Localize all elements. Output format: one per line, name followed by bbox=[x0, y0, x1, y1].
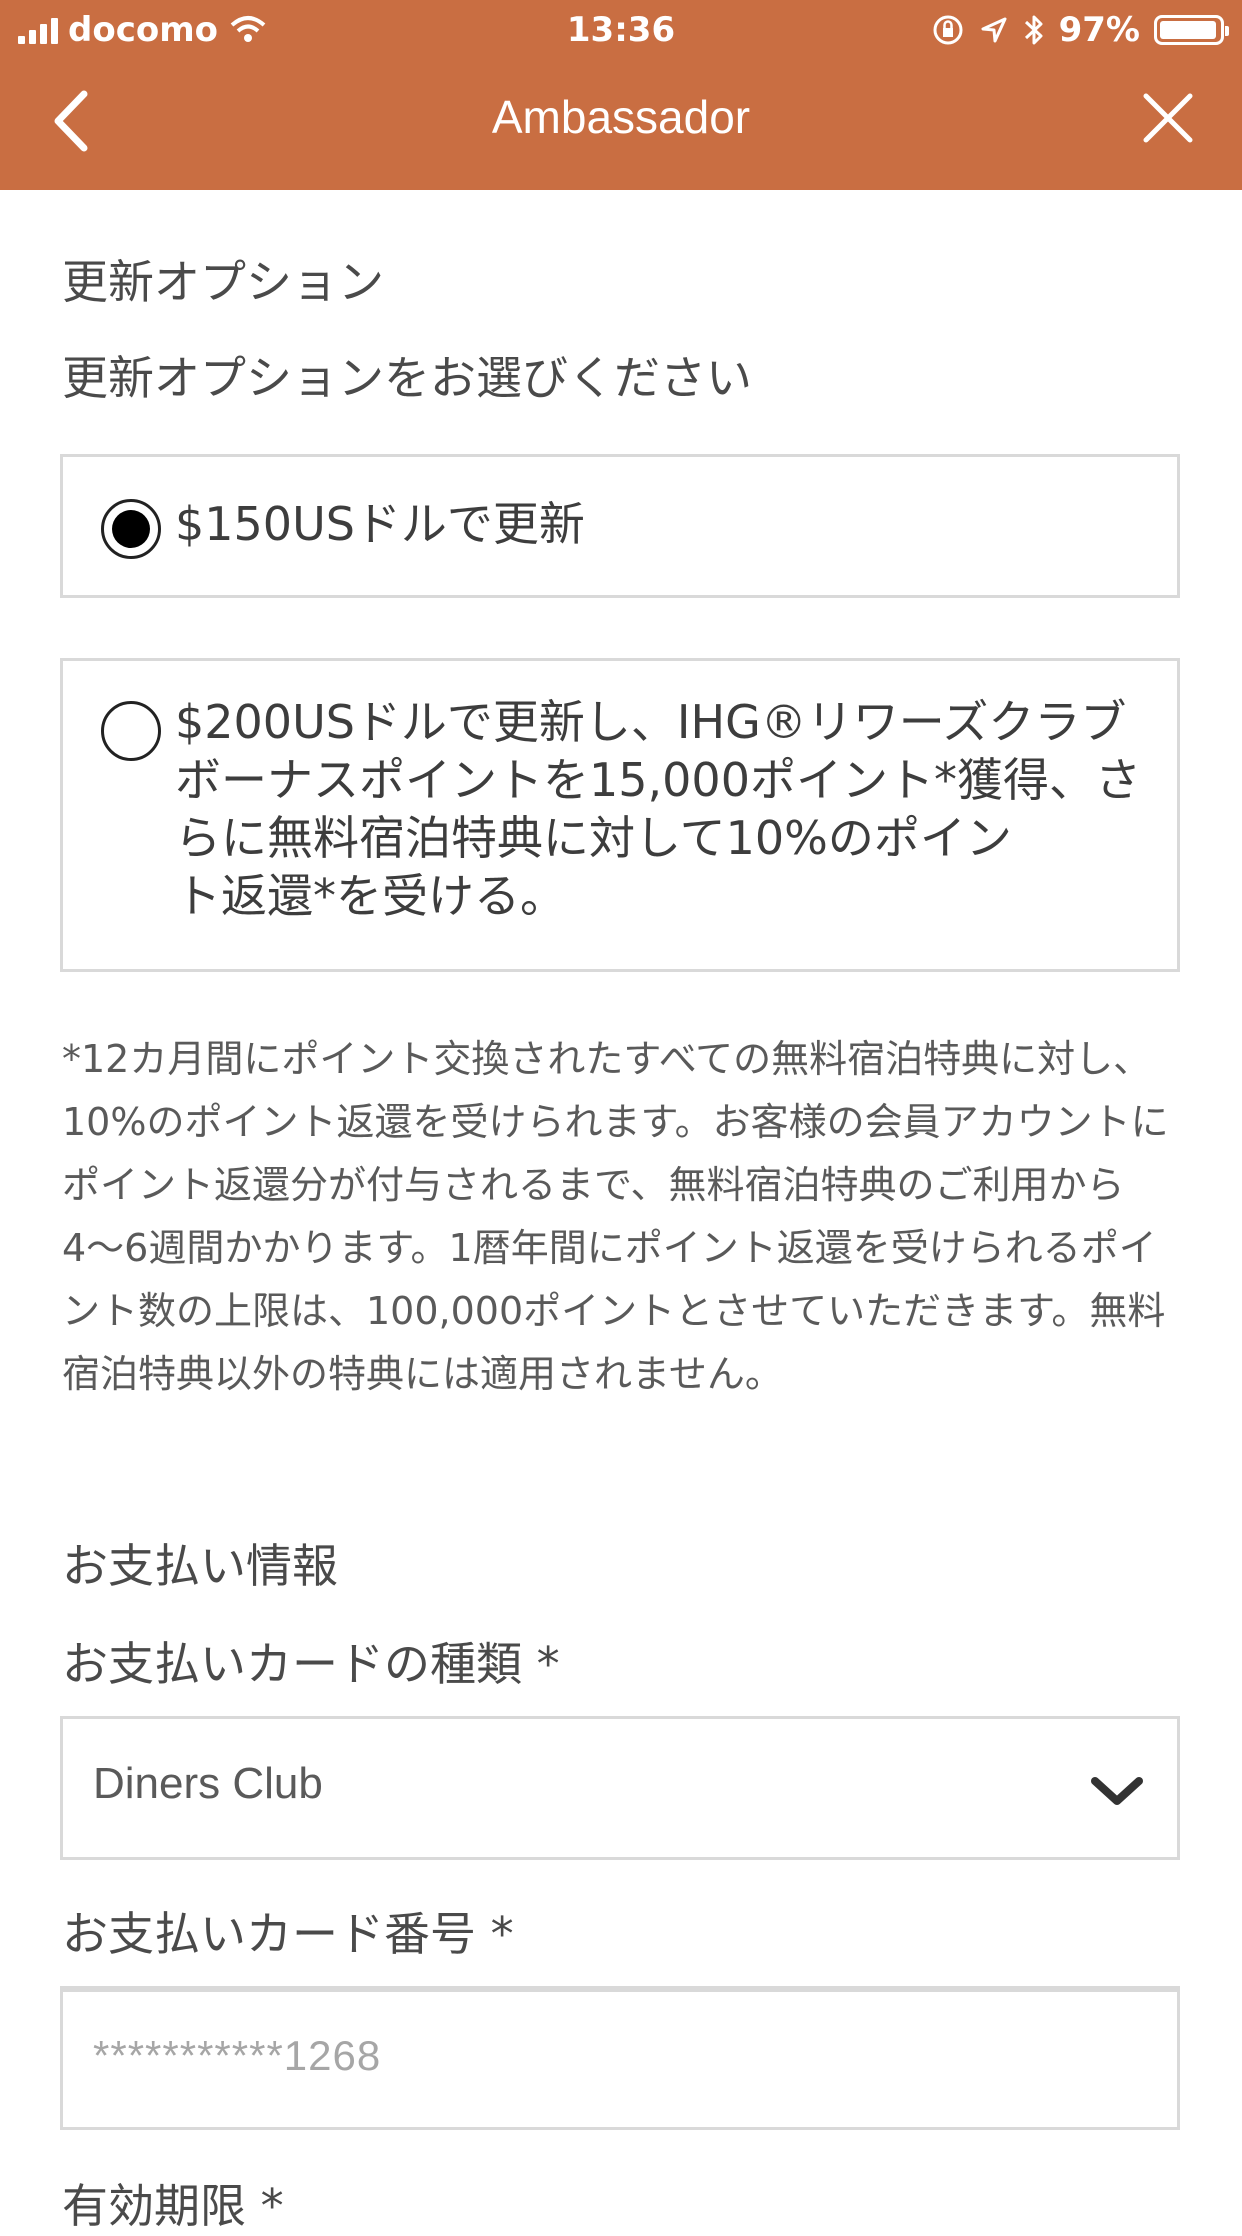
close-button[interactable] bbox=[1138, 88, 1198, 148]
option-200-line-2: ボーナスポイントを15,000ポイント*獲得、さ bbox=[175, 753, 1141, 807]
renewal-option-150-label: $150USドルで更新 bbox=[175, 497, 585, 551]
page-title: Ambassador bbox=[491, 91, 751, 143]
radio-button-unselected[interactable] bbox=[101, 701, 161, 761]
card-type-label: お支払いカードの種類 * bbox=[62, 1637, 560, 1691]
status-right: 97% bbox=[931, 10, 1229, 50]
card-type-value: Diners Club bbox=[93, 1759, 323, 1808]
battery-icon bbox=[1154, 15, 1229, 45]
renewal-option-200-label: $200USドルで更新し、IHG®リワーズクラブ ボーナスポイントを15,000… bbox=[175, 693, 1165, 925]
location-icon bbox=[981, 17, 1007, 43]
bluetooth-icon bbox=[1024, 15, 1043, 45]
renewal-heading: 更新オプション bbox=[62, 255, 384, 309]
card-number-value: ***********1268 bbox=[93, 2032, 382, 2079]
card-type-select[interactable]: Diners Club bbox=[60, 1716, 1180, 1860]
chevron-down-icon bbox=[1091, 1777, 1143, 1805]
card-number-label: お支払いカード番号 * bbox=[62, 1907, 514, 1961]
battery-percent: 97% bbox=[1058, 10, 1140, 50]
points-refund-note: *12カ月間にポイント交換されたすべての無料宿泊特典に対し、10%のポイント返還… bbox=[62, 1037, 1169, 1396]
header-bar: docomo 13:36 97% Ambassador bbox=[0, 0, 1242, 190]
radio-button-selected[interactable] bbox=[101, 499, 161, 559]
renewal-subheading: 更新オプションをお選びください bbox=[62, 351, 752, 405]
option-200-line-1: $200USドルで更新し、IHG®リワーズクラブ bbox=[175, 695, 1127, 749]
payment-heading: お支払い情報 bbox=[62, 1539, 338, 1593]
navigation-bar: Ambassador bbox=[0, 62, 1242, 190]
renewal-option-200[interactable]: $200USドルで更新し、IHG®リワーズクラブ ボーナスポイントを15,000… bbox=[60, 658, 1180, 972]
renewal-option-150[interactable]: $150USドルで更新 bbox=[60, 454, 1180, 598]
option-200-line-3: らに無料宿泊特典に対して10%のポイン bbox=[175, 811, 1012, 865]
rotation-lock-icon bbox=[933, 15, 963, 45]
status-bar: docomo 13:36 97% bbox=[0, 0, 1242, 62]
option-200-line-4: ト返還*を受ける。 bbox=[175, 869, 566, 923]
expiry-label: 有効期限 * bbox=[62, 2179, 284, 2233]
card-number-field[interactable]: ***********1268 bbox=[60, 1986, 1180, 2130]
